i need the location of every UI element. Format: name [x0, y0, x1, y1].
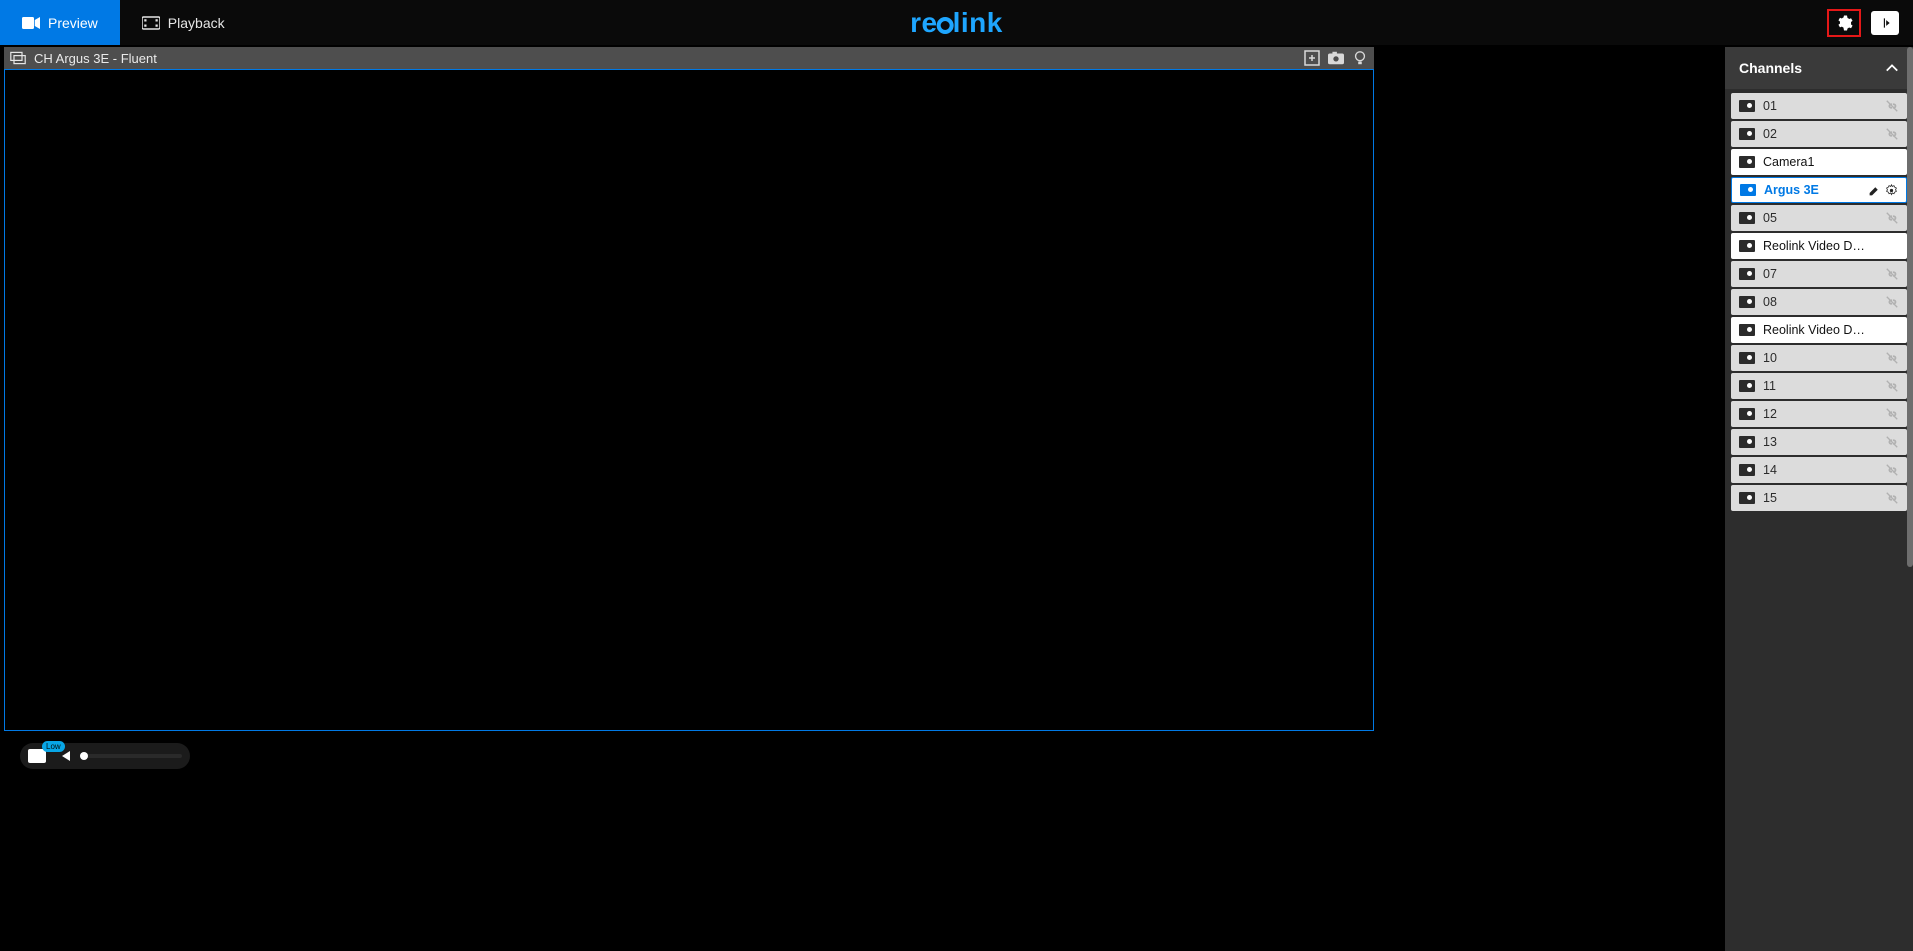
settings-button[interactable]	[1827, 9, 1861, 37]
channel-item[interactable]: 11	[1731, 373, 1907, 399]
channel-item[interactable]: 01	[1731, 93, 1907, 119]
channel-label: 15	[1763, 491, 1877, 505]
unlink-icon	[1885, 295, 1899, 309]
unlink-icon	[1885, 211, 1899, 225]
video-viewport[interactable]	[4, 69, 1374, 731]
tab-playback-label: Playback	[168, 15, 225, 31]
channel-item[interactable]: Reolink Video D…	[1731, 317, 1907, 343]
bulb-icon[interactable]	[1352, 50, 1368, 66]
channel-label: Reolink Video D…	[1763, 239, 1899, 253]
film-icon	[142, 16, 160, 30]
channels-header-label: Channels	[1739, 60, 1802, 76]
camera-icon	[1739, 324, 1755, 336]
gear-icon	[1835, 14, 1853, 32]
channel-item[interactable]: Reolink Video D…	[1731, 233, 1907, 259]
channel-label: 08	[1763, 295, 1877, 309]
camera-icon	[1739, 408, 1755, 420]
channel-gear-icon[interactable]	[1885, 184, 1898, 197]
channel-item[interactable]: Camera1	[1731, 149, 1907, 175]
channels-panel: Channels 01 02 Camera1 Argus 3E 05 Reolink Vi…	[1725, 47, 1913, 951]
tab-playback[interactable]: Playback	[120, 0, 247, 45]
channel-label: 14	[1763, 463, 1877, 477]
channel-item[interactable]: 07	[1731, 261, 1907, 287]
camera-icon	[1739, 380, 1755, 392]
camera-icon	[1739, 352, 1755, 364]
channel-label: 11	[1763, 379, 1877, 393]
unlink-icon	[1885, 407, 1899, 421]
speaker-icon[interactable]	[62, 751, 70, 761]
unlink-icon	[1885, 99, 1899, 113]
channel-label: 02	[1763, 127, 1877, 141]
channel-scrollbar[interactable]	[1907, 47, 1913, 567]
channel-item[interactable]: 12	[1731, 401, 1907, 427]
camera-icon	[1739, 156, 1755, 168]
channel-label: Camera1	[1763, 155, 1899, 169]
brand-logo: relink	[910, 7, 1003, 39]
topbar-right	[1827, 0, 1913, 45]
unlink-icon	[1885, 463, 1899, 477]
unlink-icon	[1885, 267, 1899, 281]
channel-label: 07	[1763, 267, 1877, 281]
channel-list: 01 02 Camera1 Argus 3E 05 Reolink Video D… 07 0…	[1725, 89, 1913, 511]
channel-label: 01	[1763, 99, 1877, 113]
camera-icon	[1739, 268, 1755, 280]
edit-icon[interactable]	[1868, 184, 1881, 197]
quality-badge: Low	[42, 741, 65, 752]
channel-item[interactable]: 13	[1731, 429, 1907, 455]
screen-icon	[28, 749, 46, 763]
channel-label: 10	[1763, 351, 1877, 365]
channel-label: 13	[1763, 435, 1877, 449]
camera-icon	[1739, 464, 1755, 476]
channel-item[interactable]: 10	[1731, 345, 1907, 371]
channel-label: Reolink Video D…	[1763, 323, 1899, 337]
stream-quality-button[interactable]: Low	[28, 749, 46, 763]
channel-item[interactable]: 02	[1731, 121, 1907, 147]
channel-title-bar: CH Argus 3E - Fluent	[4, 47, 1374, 69]
monitor-icon	[10, 51, 26, 65]
unlink-icon	[1885, 351, 1899, 365]
volume-slider[interactable]	[80, 754, 182, 758]
unlink-icon	[1885, 379, 1899, 393]
channel-item[interactable]: 14	[1731, 457, 1907, 483]
camera-icon	[1739, 100, 1755, 112]
chevron-up-icon	[1885, 61, 1899, 75]
camera-icon	[1739, 436, 1755, 448]
channel-label: 12	[1763, 407, 1877, 421]
camera-icon	[1739, 212, 1755, 224]
channel-item[interactable]: Argus 3E	[1731, 177, 1907, 203]
arrow-right-icon	[1878, 16, 1892, 30]
camera-icon	[1740, 184, 1756, 196]
camera-icon	[1739, 296, 1755, 308]
exit-button[interactable]	[1871, 11, 1899, 35]
channel-label: Argus 3E	[1764, 183, 1860, 197]
channel-title: CH Argus 3E - Fluent	[34, 51, 157, 66]
unlink-icon	[1885, 491, 1899, 505]
camera-icon	[1739, 128, 1755, 140]
camera-icon	[22, 16, 40, 30]
unlink-icon	[1885, 127, 1899, 141]
channel-label: 05	[1763, 211, 1877, 225]
channel-item[interactable]: 08	[1731, 289, 1907, 315]
tab-preview-label: Preview	[48, 15, 98, 31]
channel-item[interactable]: 05	[1731, 205, 1907, 231]
expand-icon[interactable]	[1304, 50, 1320, 66]
playback-controls: Low	[20, 743, 190, 769]
top-bar: Preview Playback relink	[0, 0, 1913, 45]
camera-icon	[1739, 240, 1755, 252]
unlink-icon	[1885, 435, 1899, 449]
channels-header[interactable]: Channels	[1725, 47, 1913, 89]
channel-item[interactable]: 15	[1731, 485, 1907, 511]
camera-icon	[1739, 492, 1755, 504]
tab-preview[interactable]: Preview	[0, 0, 120, 45]
snapshot-icon[interactable]	[1328, 50, 1344, 66]
